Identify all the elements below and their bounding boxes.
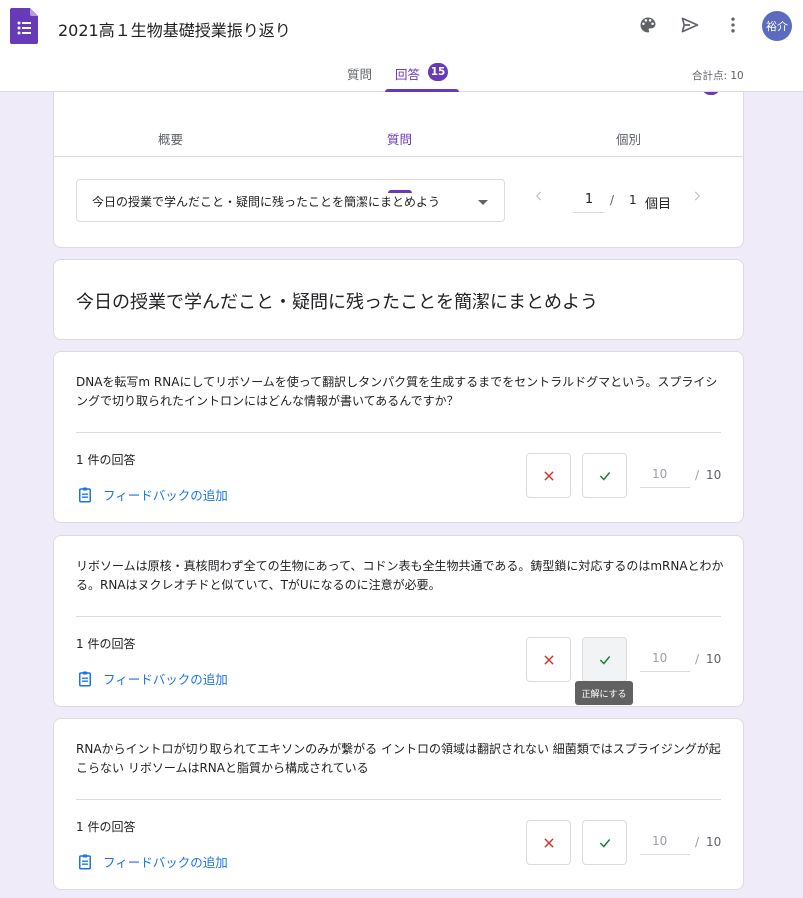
score-separator: / xyxy=(695,468,700,482)
response-text: リボソームは原核・真核問わず全ての生物にあって、コドン表も全生物共通である。鋳型… xyxy=(76,559,724,592)
page-input[interactable]: 1 xyxy=(573,189,605,213)
tab-question[interactable]: 質問 xyxy=(387,129,412,148)
tab-overview[interactable]: 概要 xyxy=(158,129,183,148)
question-select-value: 今日の授業で学んだこと・疑問に残ったことを簡潔にまとめよう xyxy=(92,195,441,209)
mark-correct-tooltip: 正解にする xyxy=(575,681,633,705)
question-title-card: 今日の授業で学んだこと・疑問に残ったことを簡潔にまとめよう xyxy=(53,259,744,340)
palette-icon[interactable] xyxy=(635,12,661,38)
response-text: DNAを転写m RNAにしてリボソームを使って翻訳しタンパク質を生成するまでをセ… xyxy=(76,375,718,408)
mark-incorrect-button[interactable] xyxy=(526,453,571,498)
total-points: 合計点: 10 xyxy=(692,70,744,82)
app-header: 2021高１生物基礎授業振り返り 裕介 質問 回答 15 合計点: 10 xyxy=(0,0,803,92)
mark-incorrect-button[interactable] xyxy=(526,820,571,865)
page-total: 1 xyxy=(629,193,637,207)
feedback-clipboard-icon xyxy=(79,487,91,502)
question-title: 今日の授業で学んだこと・疑問に残ったことを簡潔にまとめよう xyxy=(76,292,598,313)
score-max: 10 xyxy=(706,468,722,482)
dropdown-caret-icon xyxy=(478,200,488,205)
response-count: 1 件の回答 xyxy=(76,820,136,834)
tab-questions-label: 質問 xyxy=(347,67,373,82)
page-unit: 個目 xyxy=(645,197,672,212)
score-separator: / xyxy=(695,652,700,666)
tab-responses[interactable]: 回答 15 xyxy=(385,63,459,92)
divider xyxy=(76,616,721,617)
add-feedback-link[interactable]: フィードバックの追加 xyxy=(76,852,228,871)
tab-individual[interactable]: 個別 xyxy=(616,129,641,148)
add-feedback-label: フィードバックの追加 xyxy=(103,488,228,503)
response-text: RNAからイントロが切り取られてエキソンのみが繋がる イントロの領域は翻訳されな… xyxy=(76,742,721,775)
mark-correct-button[interactable] xyxy=(582,820,627,865)
feedback-clipboard-icon xyxy=(79,854,91,869)
add-feedback-link[interactable]: フィードバックの追加 xyxy=(76,669,228,688)
mark-incorrect-button[interactable] xyxy=(526,637,571,682)
mark-correct-button[interactable] xyxy=(582,453,627,498)
response-card: DNAを転写m RNAにしてリボソームを使って翻訳しタンパク質を生成するまでをセ… xyxy=(53,351,744,523)
response-count: 1 件の回答 xyxy=(76,637,136,651)
question-select[interactable]: 今日の授業で学んだこと・疑問に残ったことを簡潔にまとめよう xyxy=(76,179,505,222)
sub-tabs: 概要 質問 個別 xyxy=(54,117,743,193)
document-title[interactable]: 2021高１生物基礎授業振り返り xyxy=(58,17,291,41)
mark-correct-button[interactable] xyxy=(582,637,627,682)
divider xyxy=(76,432,721,433)
score-input[interactable]: 10 xyxy=(640,833,690,855)
avatar[interactable]: 裕介 xyxy=(762,11,792,41)
close-icon xyxy=(543,837,554,848)
check-icon xyxy=(599,655,610,665)
send-icon[interactable] xyxy=(677,12,703,38)
score-input[interactable]: 10 xyxy=(640,650,690,672)
close-icon xyxy=(543,654,554,665)
summary-card: 概要 質問 個別 今日の授業で学んだこと・疑問に残ったことを簡潔にまとめよう 1… xyxy=(53,80,744,248)
check-icon xyxy=(599,471,610,481)
check-icon xyxy=(599,838,610,848)
add-feedback-label: フィードバックの追加 xyxy=(103,855,228,870)
feedback-clipboard-icon xyxy=(79,671,91,686)
add-feedback-label: フィードバックの追加 xyxy=(103,672,228,687)
more-vert-icon[interactable] xyxy=(720,12,746,38)
response-card: RNAからイントロが切り取られてエキソンのみが繋がる イントロの領域は翻訳されな… xyxy=(53,718,744,890)
response-card: リボソームは原核・真核問わず全ての生物にあって、コドン表も全生物共通である。鋳型… xyxy=(53,535,744,707)
response-count: 1 件の回答 xyxy=(76,453,136,467)
chevron-left-icon[interactable] xyxy=(532,188,546,207)
score-separator: / xyxy=(695,835,700,849)
score-max: 10 xyxy=(706,835,722,849)
page-separator: / xyxy=(610,193,615,207)
close-icon xyxy=(543,470,554,481)
add-feedback-link[interactable]: フィードバックの追加 xyxy=(76,485,228,504)
forms-app-icon[interactable] xyxy=(10,8,38,48)
divider xyxy=(76,799,721,800)
tab-questions[interactable]: 質問 xyxy=(347,64,372,92)
score-max: 10 xyxy=(706,652,722,666)
chevron-right-icon[interactable] xyxy=(690,188,704,207)
tab-responses-label: 回答 xyxy=(395,67,421,82)
response-count-badge: 15 xyxy=(428,63,449,81)
score-input[interactable]: 10 xyxy=(640,466,690,488)
